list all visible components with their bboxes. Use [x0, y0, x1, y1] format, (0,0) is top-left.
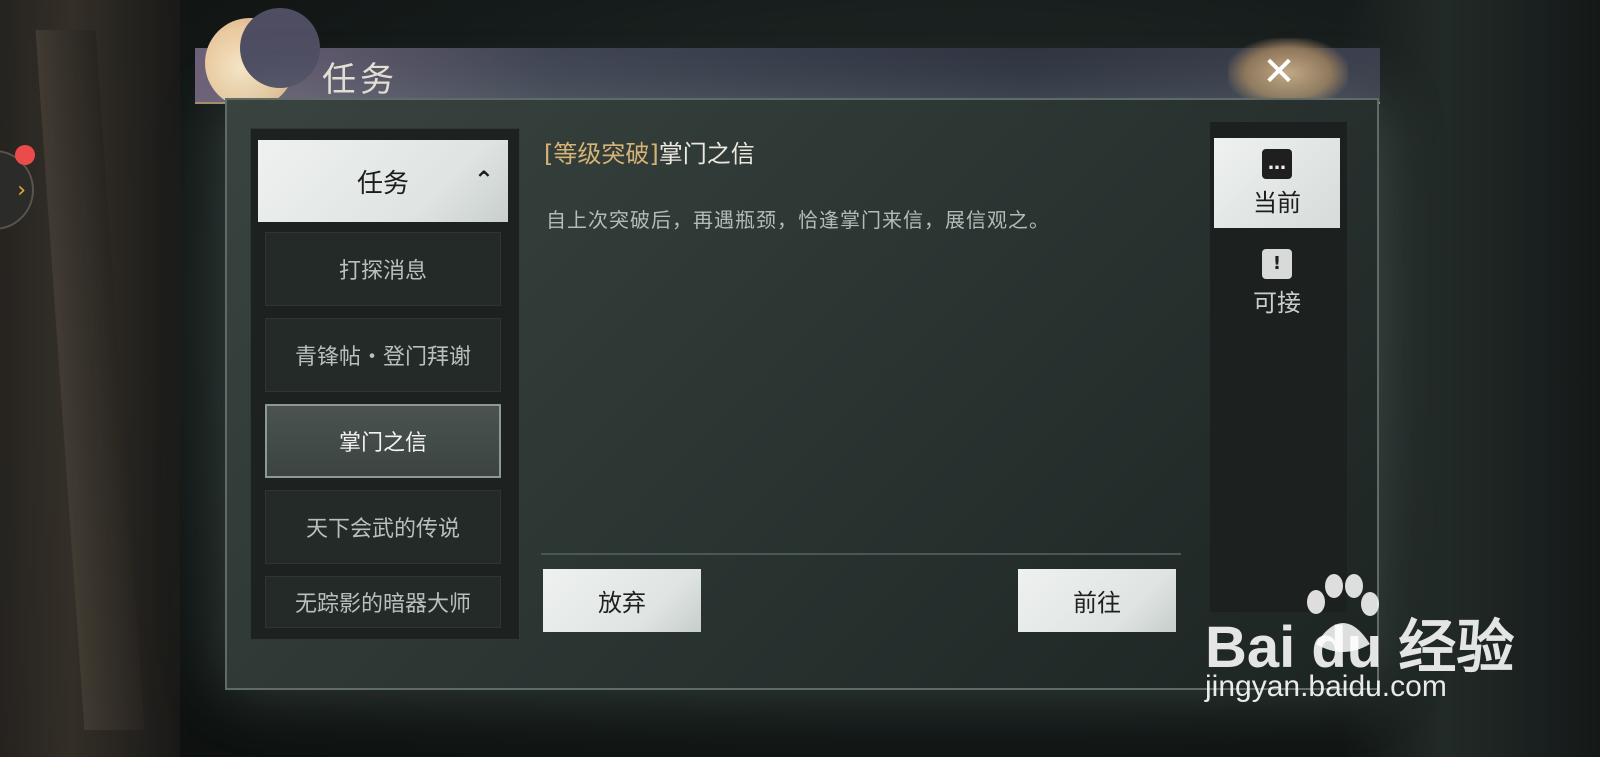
goto-button[interactable]: 前往 — [1018, 569, 1176, 632]
task-description: 自上次突破后，再遇瓶颈，恰逢掌门来信，展信观之。 — [546, 208, 1050, 232]
tab-label: 可接 — [1253, 288, 1301, 317]
moon-shadow — [240, 8, 320, 88]
notification-dot — [15, 145, 35, 165]
task-item-label: 青锋帖・登门拜谢 — [294, 345, 471, 370]
chevron-up-icon: ⌃ — [473, 166, 494, 194]
task-item-label: 打探消息 — [338, 259, 427, 284]
close-button[interactable]: ✕ — [1255, 48, 1303, 96]
goto-label: 前往 — [1073, 589, 1121, 617]
task-title: [等级突破]掌门之信 — [544, 134, 755, 169]
scene-left-pillar — [0, 0, 180, 757]
divider — [541, 553, 1181, 555]
task-name: 掌门之信 — [658, 140, 755, 168]
chevron-right-icon: › — [17, 177, 26, 203]
tab-label: 当前 — [1253, 188, 1301, 217]
abandon-button[interactable]: 放弃 — [543, 569, 701, 632]
task-item-3[interactable]: 天下会武的传说 — [265, 490, 501, 564]
task-item-1[interactable]: 青锋帖・登门拜谢 — [265, 318, 501, 392]
window-title: 任务 — [322, 60, 398, 100]
task-item-label: 掌门之信 — [338, 431, 427, 456]
task-category-label: 任务 — [356, 168, 409, 199]
task-item-0[interactable]: 打探消息 — [265, 232, 501, 306]
task-item-label: 无踪影的暗器大师 — [294, 592, 471, 617]
wooden-beam — [35, 30, 145, 730]
task-item-label: 天下会武的传说 — [305, 517, 460, 542]
tab-available[interactable]: ! 可接 — [1214, 238, 1340, 328]
task-item-2[interactable]: 掌门之信 — [265, 404, 501, 478]
abandon-label: 放弃 — [598, 589, 646, 617]
scroll-chat-icon: … — [1262, 148, 1292, 179]
task-category-header[interactable]: 任务 ⌃ — [258, 140, 508, 222]
scroll-alert-icon: ! — [1262, 248, 1292, 279]
tab-current[interactable]: … 当前 — [1214, 138, 1340, 228]
task-item-4[interactable]: 无踪影的暗器大师 — [265, 576, 501, 628]
task-tag: [等级突破] — [544, 140, 659, 168]
watermark-url: jingyan.baidu.com — [1205, 670, 1447, 703]
